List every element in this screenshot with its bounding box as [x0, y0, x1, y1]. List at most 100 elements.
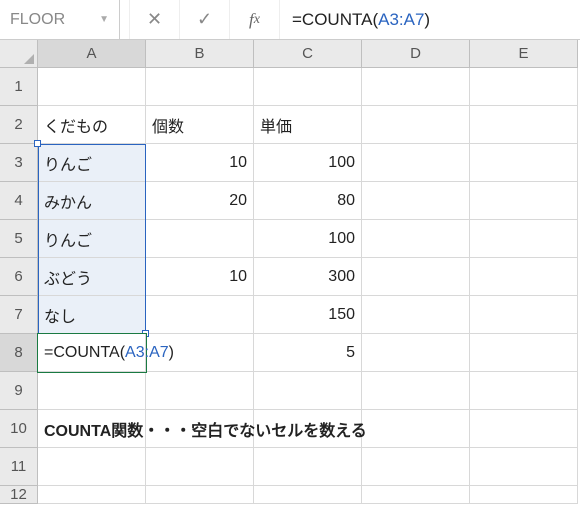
row-1: 1 — [0, 68, 580, 106]
cell-A11[interactable] — [38, 448, 146, 486]
cell-C12[interactable] — [254, 486, 362, 504]
cell-D5[interactable] — [362, 220, 470, 258]
cell-E4[interactable] — [470, 182, 578, 220]
row-header-10[interactable]: 10 — [0, 410, 38, 448]
cell-C1[interactable] — [254, 68, 362, 106]
cell-A10[interactable]: COUNTA関数・・・空白でないセルを数える — [38, 410, 146, 448]
cell-C4[interactable]: 80 — [254, 182, 362, 220]
row-header-1[interactable]: 1 — [0, 68, 38, 106]
cell-D2[interactable] — [362, 106, 470, 144]
cell-C5[interactable]: 100 — [254, 220, 362, 258]
enter-button[interactable]: ✓ — [180, 0, 230, 39]
cell-A9[interactable] — [38, 372, 146, 410]
col-header-B[interactable]: B — [146, 40, 254, 68]
cell-C8[interactable]: 5 — [254, 334, 362, 372]
row-header-11[interactable]: 11 — [0, 448, 38, 486]
cell-E10[interactable] — [470, 410, 578, 448]
cell-E7[interactable] — [470, 296, 578, 334]
cell-B11[interactable] — [146, 448, 254, 486]
formula-prefix: =COUNTA( — [292, 10, 378, 30]
cell-D4[interactable] — [362, 182, 470, 220]
cell-D3[interactable] — [362, 144, 470, 182]
cell-C3[interactable]: 100 — [254, 144, 362, 182]
name-box-value: FLOOR — [10, 11, 65, 29]
cell-D1[interactable] — [362, 68, 470, 106]
range-handle-tl[interactable] — [34, 140, 41, 147]
cancel-button[interactable]: ✕ — [130, 0, 180, 39]
cell-E2[interactable] — [470, 106, 578, 144]
fx-button[interactable]: fx — [230, 0, 280, 39]
row-6: 6 ぶどう 10 300 — [0, 258, 580, 296]
edit-prefix: =COUNTA( — [44, 344, 125, 362]
col-header-D[interactable]: D — [362, 40, 470, 68]
spreadsheet-grid[interactable]: A B C D E 1 2 くだもの 個数 単価 3 りんご 10 100 4 … — [0, 40, 580, 504]
formula-input[interactable]: =COUNTA(A3:A7) — [280, 0, 580, 39]
cell-A12[interactable] — [38, 486, 146, 504]
cell-D10[interactable] — [362, 410, 470, 448]
cell-D9[interactable] — [362, 372, 470, 410]
row-4: 4 みかん 20 80 — [0, 182, 580, 220]
edit-ref: A3:A7 — [125, 344, 169, 362]
edit-suffix: ) — [169, 344, 174, 362]
cell-C6[interactable]: 300 — [254, 258, 362, 296]
cell-D11[interactable] — [362, 448, 470, 486]
row-header-2[interactable]: 2 — [0, 106, 38, 144]
cell-E12[interactable] — [470, 486, 578, 504]
col-header-E[interactable]: E — [470, 40, 578, 68]
cell-B12[interactable] — [146, 486, 254, 504]
row-header-3[interactable]: 3 — [0, 144, 38, 182]
cell-A1[interactable] — [38, 68, 146, 106]
cell-E1[interactable] — [470, 68, 578, 106]
row-header-12[interactable]: 12 — [0, 486, 38, 504]
column-headers: A B C D E — [0, 40, 580, 68]
chevron-down-icon[interactable]: ▼ — [99, 14, 109, 25]
row-7: 7 なし 150 — [0, 296, 580, 334]
cell-E11[interactable] — [470, 448, 578, 486]
row-header-8[interactable]: 8 — [0, 334, 38, 372]
cell-A6[interactable]: ぶどう — [38, 258, 146, 296]
cell-A7[interactable]: なし — [38, 296, 146, 334]
row-header-5[interactable]: 5 — [0, 220, 38, 258]
col-header-C[interactable]: C — [254, 40, 362, 68]
cell-B4[interactable]: 20 — [146, 182, 254, 220]
cell-E6[interactable] — [470, 258, 578, 296]
cell-B6[interactable]: 10 — [146, 258, 254, 296]
cell-B3[interactable]: 10 — [146, 144, 254, 182]
cell-A2[interactable]: くだもの — [38, 106, 146, 144]
cell-C7[interactable]: 150 — [254, 296, 362, 334]
cell-E8[interactable] — [470, 334, 578, 372]
row-8: 8 =COUNTA(A3:A7) 5 — [0, 334, 580, 372]
cell-D6[interactable] — [362, 258, 470, 296]
row-3: 3 りんご 10 100 — [0, 144, 580, 182]
cell-A4[interactable]: みかん — [38, 182, 146, 220]
row-header-6[interactable]: 6 — [0, 258, 38, 296]
row-11: 11 — [0, 448, 580, 486]
cell-D8[interactable] — [362, 334, 470, 372]
cell-C9[interactable] — [254, 372, 362, 410]
cell-E3[interactable] — [470, 144, 578, 182]
cell-B2[interactable]: 個数 — [146, 106, 254, 144]
cell-B1[interactable] — [146, 68, 254, 106]
cell-B5[interactable] — [146, 220, 254, 258]
col-header-A[interactable]: A — [38, 40, 146, 68]
select-all-corner[interactable] — [0, 40, 38, 68]
name-box[interactable]: FLOOR ▼ — [0, 0, 120, 39]
cell-C2[interactable]: 単価 — [254, 106, 362, 144]
cell-E9[interactable] — [470, 372, 578, 410]
cell-B9[interactable] — [146, 372, 254, 410]
row-10: 10 COUNTA関数・・・空白でないセルを数える — [0, 410, 580, 448]
separator — [120, 0, 130, 39]
row-header-7[interactable]: 7 — [0, 296, 38, 334]
cell-C11[interactable] — [254, 448, 362, 486]
cell-B7[interactable] — [146, 296, 254, 334]
row-header-9[interactable]: 9 — [0, 372, 38, 410]
formula-suffix: ) — [424, 10, 430, 30]
cell-A3[interactable]: りんご — [38, 144, 146, 182]
cell-D7[interactable] — [362, 296, 470, 334]
row-header-4[interactable]: 4 — [0, 182, 38, 220]
cell-A5[interactable]: りんご — [38, 220, 146, 258]
cell-E5[interactable] — [470, 220, 578, 258]
cell-A8[interactable]: =COUNTA(A3:A7) — [38, 334, 146, 372]
row-12: 12 — [0, 486, 580, 504]
cell-D12[interactable] — [362, 486, 470, 504]
